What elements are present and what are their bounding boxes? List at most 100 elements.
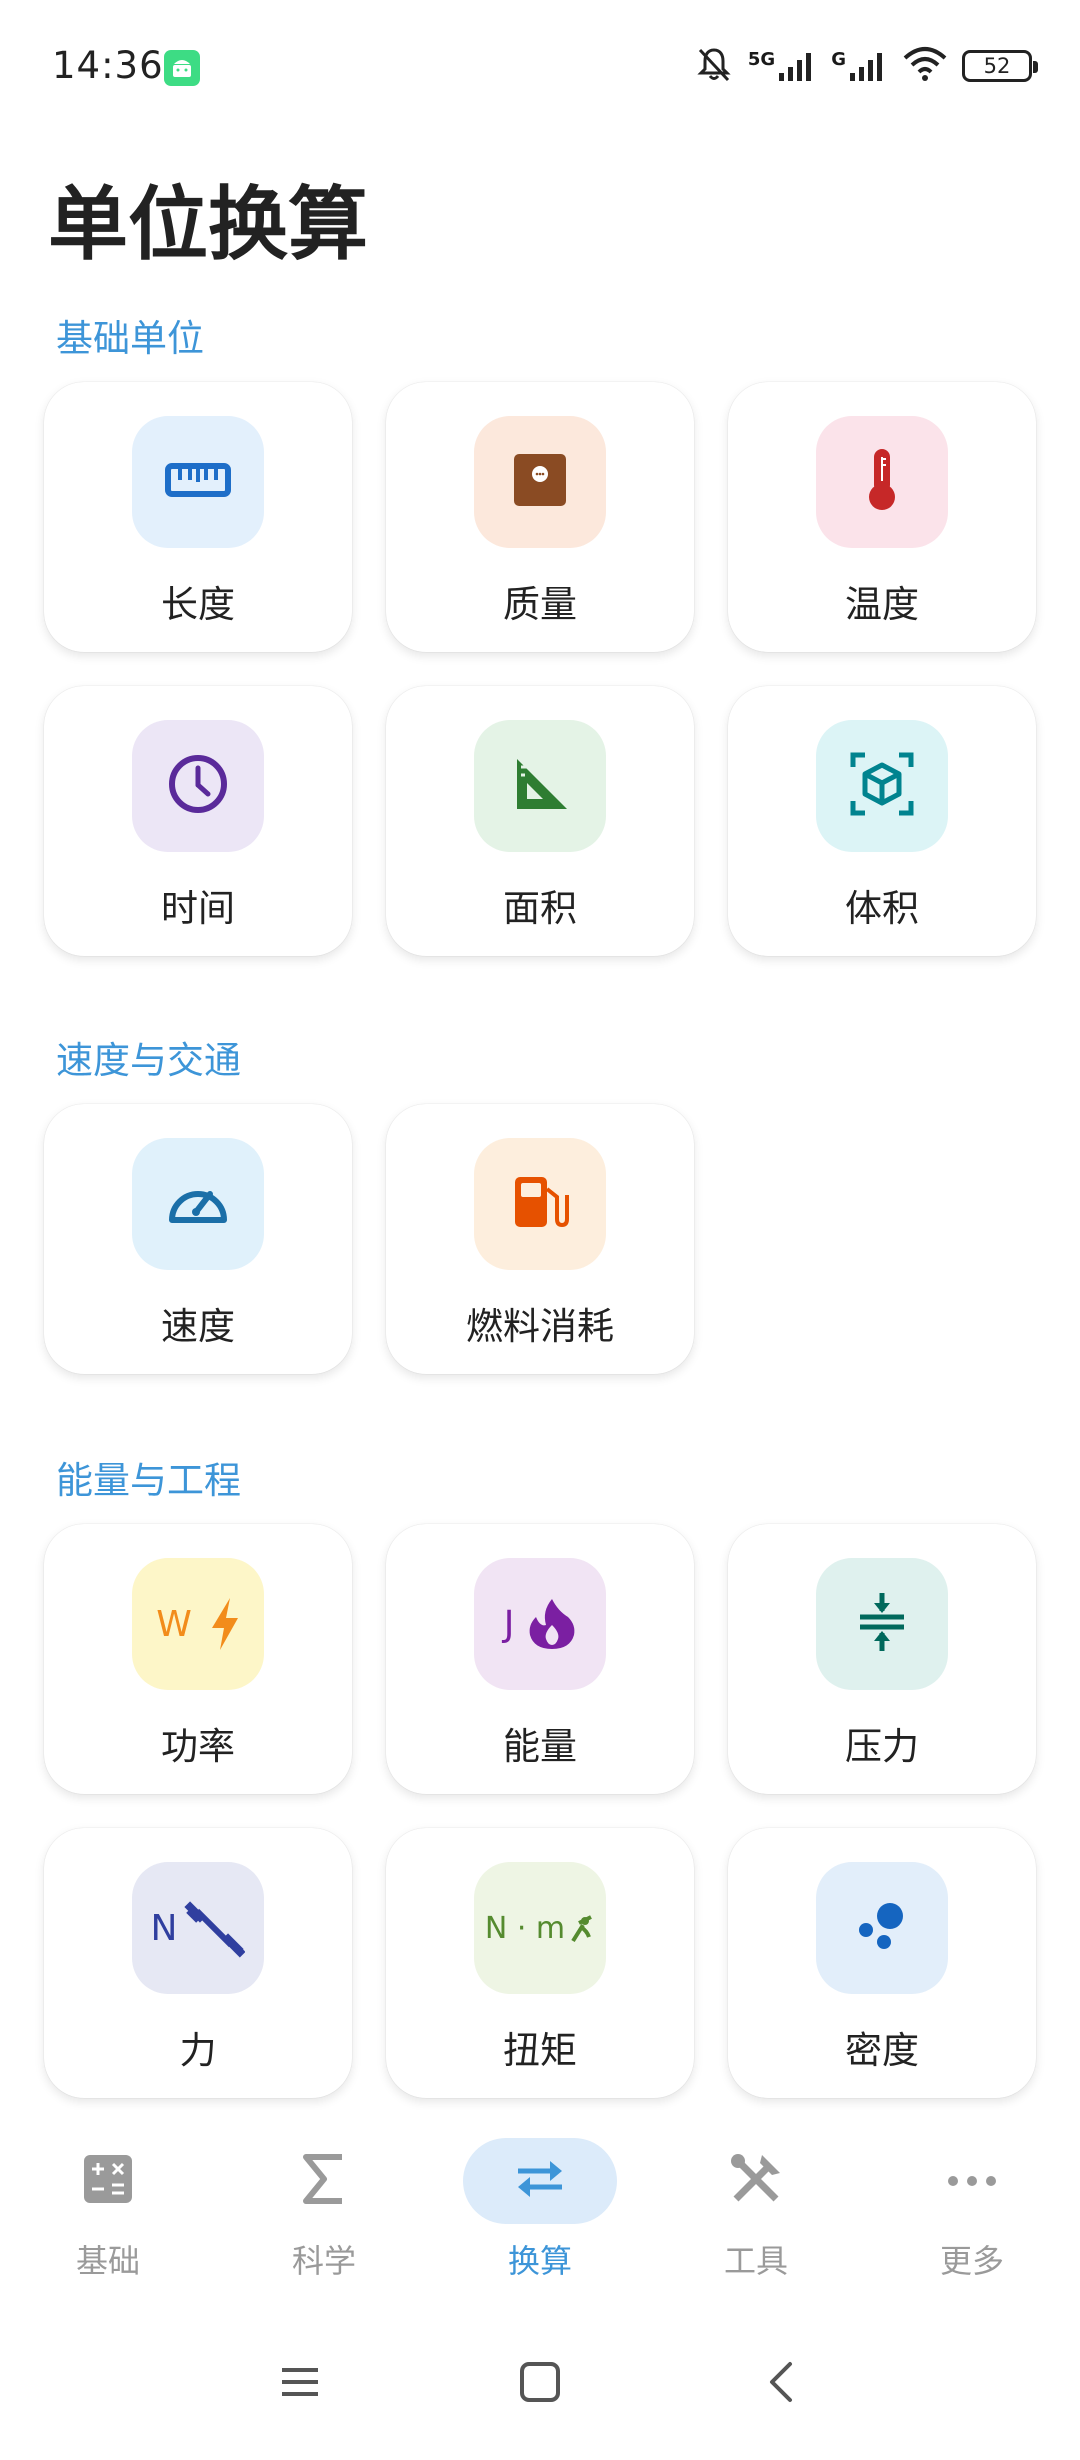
area-icon-tile xyxy=(474,720,606,852)
force-icon-tile: N xyxy=(132,1862,264,1994)
converter-category-list[interactable]: 基础单位 长度 质量 温度 时间 面积 体积 速度与交通 速度 燃料消耗 能量与… xyxy=(0,290,1080,2110)
category-label: 质量 xyxy=(503,583,577,626)
section-title-speed-transport: 速度与交通 xyxy=(56,1039,241,1082)
newton-dumbbell-icon: N xyxy=(151,1897,246,1959)
calculator-icon xyxy=(82,2153,134,2209)
signal-5g-icon: 5G xyxy=(748,49,817,83)
joule-symbol: J xyxy=(503,1603,515,1645)
sigma-icon xyxy=(302,2153,346,2209)
category-card-speed[interactable]: 速度 xyxy=(44,1104,352,1374)
newton-meter-icon: N · m xyxy=(485,1911,595,1946)
watt-bolt-icon: W xyxy=(156,1598,240,1650)
nav-icon-wrap xyxy=(247,2138,401,2224)
fuel-icon-tile xyxy=(474,1138,606,1270)
category-label: 体积 xyxy=(845,887,919,930)
mute-bell-icon xyxy=(694,44,734,88)
category-card-density[interactable]: 密度 xyxy=(728,1828,1036,2098)
category-label: 温度 xyxy=(845,583,919,626)
signal-g-icon: G xyxy=(831,49,888,83)
energy-icon-tile: J xyxy=(474,1558,606,1690)
basic-units-grid: 长度 质量 温度 时间 面积 体积 xyxy=(44,382,1036,956)
nav-icon-wrap xyxy=(463,2138,617,2224)
swap-arrows-icon xyxy=(512,2157,568,2205)
back-icon[interactable] xyxy=(760,2360,804,2408)
category-card-time[interactable]: 时间 xyxy=(44,686,352,956)
category-card-torque[interactable]: N · m 扭矩 xyxy=(386,1828,694,2098)
set-square-icon xyxy=(509,753,571,819)
nav-label: 科学 xyxy=(291,2242,356,2280)
time-icon-tile xyxy=(132,720,264,852)
watt-symbol: W xyxy=(156,1603,192,1645)
system-navigation-bar xyxy=(0,2330,1080,2460)
category-label: 速度 xyxy=(161,1305,235,1348)
network-type-label-2: G xyxy=(831,49,846,70)
nav-label: 工具 xyxy=(723,2242,788,2280)
nav-item-scientific[interactable]: 科学 xyxy=(224,2110,424,2300)
nav-item-more[interactable]: 更多 xyxy=(872,2110,1072,2300)
speedometer-icon xyxy=(164,1172,232,1236)
compress-icon xyxy=(854,1591,910,1657)
category-label: 压力 xyxy=(845,1725,919,1768)
category-card-temperature[interactable]: 温度 xyxy=(728,382,1036,652)
power-icon-tile: W xyxy=(132,1558,264,1690)
section-title-energy-engineering: 能量与工程 xyxy=(56,1459,241,1502)
category-card-volume[interactable]: 体积 xyxy=(728,686,1036,956)
home-icon[interactable] xyxy=(518,2360,562,2408)
android-app-icon xyxy=(164,50,200,86)
mass-icon-tile xyxy=(474,416,606,548)
category-label: 密度 xyxy=(845,2029,919,2072)
category-label: 燃料消耗 xyxy=(466,1305,614,1348)
category-label: 扭矩 xyxy=(503,2029,577,2072)
nav-label: 换算 xyxy=(507,2242,572,2280)
fuel-pump-icon xyxy=(509,1171,571,1237)
category-card-power[interactable]: W 功率 xyxy=(44,1524,352,1794)
category-label: 能量 xyxy=(503,1725,577,1768)
category-card-mass[interactable]: 质量 xyxy=(386,382,694,652)
ruler-icon xyxy=(164,446,232,518)
thermometer-icon xyxy=(852,445,912,519)
category-label: 长度 xyxy=(161,583,235,626)
cube-icon xyxy=(849,751,915,821)
section-title-basic: 基础单位 xyxy=(56,317,204,360)
nav-label: 更多 xyxy=(939,2242,1004,2280)
length-icon-tile xyxy=(132,416,264,548)
category-card-fuel[interactable]: 燃料消耗 xyxy=(386,1104,694,1374)
joule-flame-icon: J xyxy=(504,1597,577,1651)
category-card-area[interactable]: 面积 xyxy=(386,686,694,956)
nav-item-convert[interactable]: 换算 xyxy=(440,2110,640,2300)
page-title: 单位换算 xyxy=(48,178,368,271)
network-type-label: 5G xyxy=(747,49,776,70)
nav-item-tools[interactable]: 工具 xyxy=(656,2110,856,2300)
bottom-navigation: 基础 科学 换算 工具 更多 xyxy=(0,2110,1080,2300)
pressure-icon-tile xyxy=(816,1558,948,1690)
energy-engineering-grid: W 功率 J 能量 压力 N 力 N · m 扭矩 密度 xyxy=(44,1524,1036,2098)
category-card-length[interactable]: 长度 xyxy=(44,382,352,652)
category-card-energy[interactable]: J 能量 xyxy=(386,1524,694,1794)
wifi-icon xyxy=(902,46,948,86)
status-bar: 14:36 5G G 52 xyxy=(0,0,1080,120)
category-card-force[interactable]: N 力 xyxy=(44,1828,352,2098)
nav-label: 基础 xyxy=(75,2242,140,2280)
clock-icon xyxy=(166,752,230,820)
speed-icon-tile xyxy=(132,1138,264,1270)
more-dots-icon xyxy=(947,2172,997,2191)
tools-icon xyxy=(728,2151,784,2211)
newton-meter-symbol: N · m xyxy=(484,1910,566,1946)
scale-icon xyxy=(510,450,570,514)
newton-symbol: N xyxy=(150,1907,178,1949)
temperature-icon-tile xyxy=(816,416,948,548)
category-card-pressure[interactable]: 压力 xyxy=(728,1524,1036,1794)
battery-icon: 52 xyxy=(962,50,1038,82)
category-label: 时间 xyxy=(161,887,235,930)
nav-icon-wrap xyxy=(895,2138,1049,2224)
category-label: 功率 xyxy=(161,1725,235,1768)
nav-item-basic[interactable]: 基础 xyxy=(8,2110,208,2300)
torque-icon-tile: N · m xyxy=(474,1862,606,1994)
status-time: 14:36 xyxy=(52,44,164,87)
status-icons: 5G G 52 xyxy=(694,44,1038,88)
category-label: 面积 xyxy=(503,887,577,930)
density-icon-tile xyxy=(816,1862,948,1994)
molecules-icon xyxy=(854,1898,910,1958)
nav-icon-wrap xyxy=(31,2138,185,2224)
menu-icon[interactable] xyxy=(278,2360,322,2408)
